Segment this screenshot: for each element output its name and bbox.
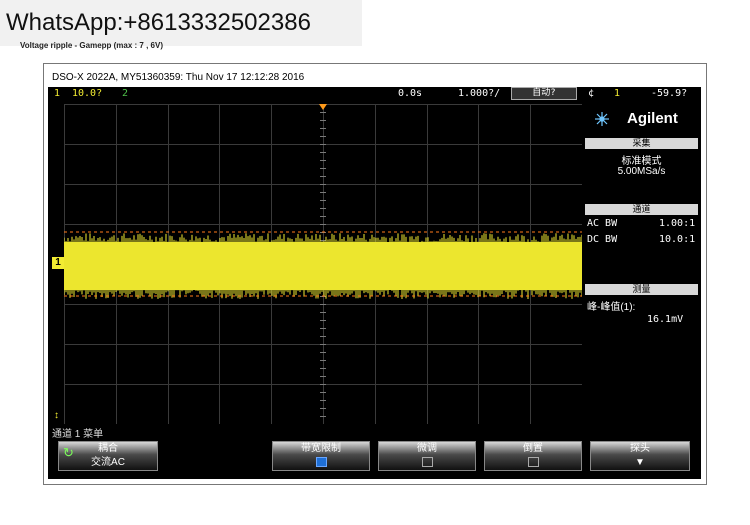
softkey-fine[interactable]: 微调 (378, 441, 476, 471)
run-mode-button[interactable]: 自动? (511, 87, 577, 100)
softkey-probe-label: 探头 (630, 443, 650, 454)
acquire-header[interactable]: 采集 (585, 138, 698, 149)
side-panel: Agilent 采集 标准模式 5.00MSa/s 通道 AC BW 1.00:… (585, 104, 698, 424)
channel2-coupling: DC BW (587, 234, 618, 245)
softkey-invert-label: 倒置 (523, 443, 543, 454)
watermark-text: WhatsApp:+8613332502386 (0, 0, 362, 46)
waveform-grid[interactable] (64, 104, 582, 424)
top-status-strip: 1 10.0? 2 0.0s 1.000?/ 自动? ¢ 1 -59.9? (48, 87, 701, 100)
trigger-level: -59.9? (651, 88, 688, 99)
photo-caption: Voltage ripple - Gamepp (max : 7 , 6V) (20, 41, 163, 50)
softkey-invert[interactable]: 倒置 (484, 441, 582, 471)
fine-checkbox[interactable] (421, 457, 433, 467)
measure-header[interactable]: 测量 (585, 284, 698, 295)
channel2-number[interactable]: 2 (122, 87, 128, 100)
measure-label: 峰-峰值(1): (587, 302, 636, 313)
channel1-probe: 1.00:1 (659, 218, 696, 229)
channel2-probe: 10.0:1 (659, 234, 696, 245)
softkey-bandwidth-limit[interactable]: 带宽限制 (272, 441, 370, 471)
channel1-scale: 10.0? (72, 88, 103, 99)
submenu-down-arrow-icon: ▼ (635, 457, 645, 468)
time-scale: 1.000?/ (458, 88, 501, 99)
brand-name: Agilent (627, 110, 678, 127)
acquire-rate: 5.00MSa/s (617, 166, 666, 177)
channel1-coupling: AC BW (587, 218, 618, 229)
softkey-bandwidth-limit-label: 带宽限制 (301, 443, 341, 454)
channel1-ground-marker[interactable]: 1 (52, 257, 64, 269)
time-delay: 0.0s (398, 88, 423, 99)
bandwidth-limit-checkbox[interactable] (315, 457, 327, 467)
trigger-channel: 1 (614, 88, 621, 99)
trigger-level-arrow-icon: ↕ (54, 410, 59, 421)
softkey-fine-label: 微调 (417, 443, 437, 454)
channels-header[interactable]: 通道 (585, 204, 698, 215)
acquire-mode: 标准模式 (621, 156, 662, 167)
scope-title-bar: DSO-X 2022A, MY51360359: Thu Nov 17 12:1… (48, 69, 701, 87)
invert-checkbox[interactable] (527, 457, 539, 467)
softkey-probe[interactable]: 探头 ▼ (590, 441, 690, 471)
rotate-knob-icon: ↻ (63, 445, 74, 460)
status-line: 通道 1 菜单 (52, 429, 104, 440)
trigger-icon: ¢ (588, 88, 595, 99)
channel1-number[interactable]: 1 (54, 87, 60, 100)
measure-value: 16.1mV (647, 314, 684, 325)
softkey-coupling[interactable]: ↻ 耦合 交流AC (58, 441, 158, 471)
